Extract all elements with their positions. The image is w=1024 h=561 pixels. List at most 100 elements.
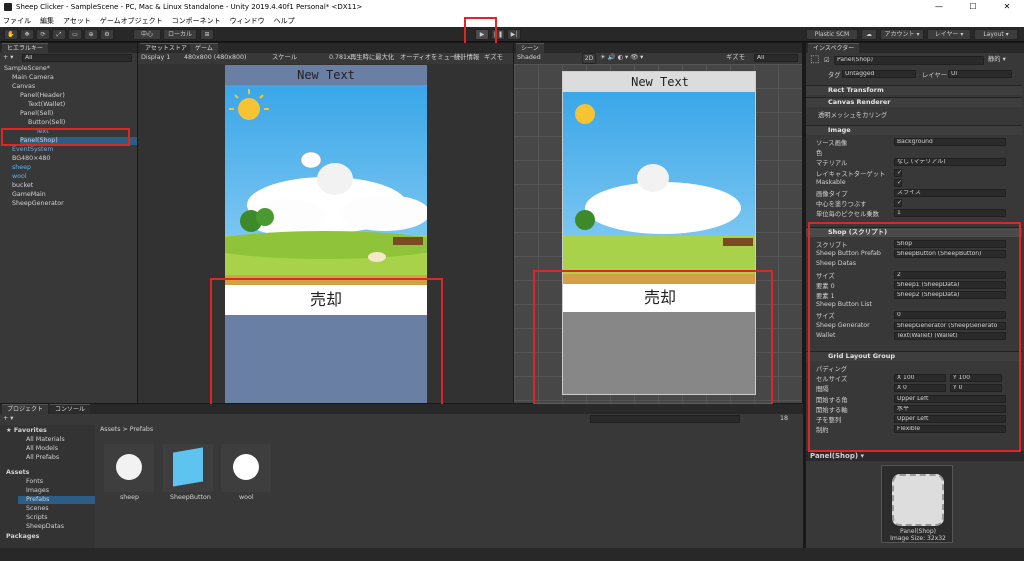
- tab-console[interactable]: コンソール: [50, 404, 91, 414]
- hand-tool-icon[interactable]: ✋: [4, 29, 18, 40]
- tab-inspector[interactable]: インスペクター: [808, 43, 860, 53]
- tab-game[interactable]: ゲーム: [190, 43, 218, 53]
- scene-gizmos[interactable]: ギズモ: [726, 54, 745, 62]
- preview-area: Panel(Shop) Image Size: 32x32: [881, 465, 953, 543]
- tab-project[interactable]: プロジェクト: [2, 404, 49, 414]
- pivot-center-toggle[interactable]: 中心: [133, 29, 161, 40]
- transform-tool-icon[interactable]: ⊕: [84, 29, 98, 40]
- tab-scene[interactable]: シーン: [516, 43, 544, 53]
- active-checkbox[interactable]: ☑: [824, 57, 830, 65]
- hierarchy-item[interactable]: Panel(Sell): [20, 110, 137, 118]
- hierarchy-item[interactable]: BG480×480: [12, 155, 137, 163]
- asset-count: 18: [780, 415, 789, 422]
- hierarchy-item[interactable]: GameMain: [12, 191, 137, 199]
- hierarchy-item[interactable]: wool: [12, 173, 137, 181]
- favorites-item[interactable]: ★ Favorites: [6, 427, 47, 435]
- layer-dropdown[interactable]: UI: [948, 70, 1012, 78]
- hierarchy-item[interactable]: EventSystem: [12, 146, 137, 154]
- image_fields-value[interactable]: ✓: [894, 178, 902, 187]
- hierarchy-search[interactable]: All: [22, 54, 132, 62]
- hierarchy-item[interactable]: SampleScene*: [4, 65, 137, 73]
- rotate-tool-icon[interactable]: ⟳: [36, 29, 50, 40]
- hierarchy-item[interactable]: SheepGenerator: [12, 200, 137, 208]
- plastic-scm-button[interactable]: Plastic SCM: [806, 29, 858, 40]
- folder-images[interactable]: Images: [26, 487, 49, 495]
- menu-window[interactable]: ウィンドウ: [230, 16, 265, 26]
- close-button[interactable]: ✕: [990, 0, 1024, 14]
- maximize-toggle[interactable]: 再生時に最大化: [350, 54, 394, 62]
- cull-transparent-label: 透明メッシュをカリング: [818, 112, 888, 119]
- menu-file[interactable]: ファイル: [3, 16, 31, 26]
- menu-gameobject[interactable]: ゲームオブジェクト: [100, 16, 163, 26]
- tab-asset-store[interactable]: アセットストア: [140, 43, 192, 53]
- menu-component[interactable]: コンポーネント: [172, 16, 221, 26]
- snap-icon[interactable]: ⊞: [200, 29, 214, 40]
- gizmos-toggle[interactable]: ギズモ: [484, 54, 503, 62]
- packages-folder[interactable]: Packages: [6, 533, 39, 541]
- assets-folder[interactable]: Assets: [6, 469, 29, 477]
- custom-tool-icon[interactable]: ⚙: [100, 29, 114, 40]
- scene-header-panel: New Text: [563, 72, 755, 92]
- scene-toggles[interactable]: ☀ 🔊 ◐ ▾ 👁 ▾: [600, 54, 643, 62]
- image_fields-value[interactable]: ✓: [894, 168, 902, 177]
- hierarchy-item[interactable]: Text(Wallet): [28, 101, 137, 109]
- cloud-icon[interactable]: ☁: [861, 29, 877, 40]
- image_fields-value[interactable]: スライス: [894, 189, 1006, 197]
- fav-all-prefabs[interactable]: All Prefabs: [26, 454, 59, 462]
- add-icon[interactable]: + ▾: [3, 54, 13, 62]
- object-name-field[interactable]: Panel(Shop): [834, 56, 984, 65]
- folder-scenes[interactable]: Scenes: [26, 505, 48, 513]
- maximize-button[interactable]: ☐: [956, 0, 990, 14]
- create-icon[interactable]: + ▾: [3, 415, 13, 423]
- image_fields-value[interactable]: 1: [894, 209, 1006, 218]
- hierarchy-item[interactable]: Panel(Header): [20, 92, 137, 100]
- prefab-sheepbutton[interactable]: [163, 444, 213, 492]
- fav-all-models[interactable]: All Models: [26, 445, 58, 453]
- stats-toggle[interactable]: 統計情報: [454, 54, 479, 62]
- menu-assets[interactable]: アセット: [63, 16, 91, 26]
- scene-search[interactable]: All: [754, 54, 798, 62]
- minimize-button[interactable]: —: [922, 0, 956, 14]
- folder-fonts[interactable]: Fonts: [26, 478, 43, 486]
- folder-sheepdatas[interactable]: SheepDatas: [26, 523, 64, 531]
- display-dropdown[interactable]: Display 1: [141, 54, 170, 62]
- image_fields-value[interactable]: ✓: [894, 199, 902, 208]
- folder-scripts[interactable]: Scripts: [26, 514, 48, 522]
- preview-header[interactable]: Panel(Shop) ▾: [806, 451, 1024, 461]
- header-panel: New Text: [225, 65, 427, 85]
- shading-dropdown[interactable]: Shaded: [517, 54, 541, 62]
- image-header[interactable]: Image: [806, 125, 1022, 135]
- hierarchy-item[interactable]: Button(Sell): [28, 119, 137, 127]
- hierarchy-item[interactable]: bucket: [12, 182, 137, 190]
- move-tool-icon[interactable]: ✥: [20, 29, 34, 40]
- hierarchy-item[interactable]: Canvas: [12, 83, 137, 91]
- tab-hierarchy[interactable]: ヒエラルキー: [2, 43, 49, 53]
- image_fields-value[interactable]: Background: [894, 138, 1006, 146]
- rect-tool-icon[interactable]: ▭: [68, 29, 82, 40]
- hierarchy-item[interactable]: Main Camera: [12, 74, 137, 82]
- breadcrumb[interactable]: Assets > Prefabs: [100, 426, 153, 434]
- step-button[interactable]: ▶|: [507, 29, 521, 40]
- pivot-space-toggle[interactable]: ローカル: [163, 29, 197, 40]
- layers-dropdown[interactable]: レイヤー ▾: [927, 29, 971, 40]
- mode-2d-toggle[interactable]: 2D: [582, 53, 596, 64]
- scale-value[interactable]: 0.781x: [329, 54, 351, 62]
- prefab-wool[interactable]: [221, 444, 271, 492]
- account-dropdown[interactable]: アカウント ▾: [880, 29, 924, 40]
- tag-dropdown[interactable]: Untagged: [842, 70, 916, 78]
- image_fields-value[interactable]: なし (マテリアル): [894, 158, 1006, 167]
- canvas-renderer-header[interactable]: Canvas Renderer: [806, 97, 1022, 107]
- rect-transform-header[interactable]: Rect Transform: [806, 85, 1022, 95]
- project-search[interactable]: [590, 415, 740, 423]
- menu-help[interactable]: ヘルプ: [274, 16, 295, 26]
- folder-prefabs[interactable]: Prefabs: [18, 496, 95, 504]
- prefab-sheep[interactable]: [104, 444, 154, 492]
- resolution-dropdown[interactable]: 480x800 (480x800): [184, 54, 246, 62]
- fav-all-materials[interactable]: All Materials: [26, 436, 65, 444]
- scale-tool-icon[interactable]: ⤢: [52, 29, 66, 40]
- image_fields-label: 色: [816, 150, 823, 158]
- static-toggle[interactable]: 静的 ▾: [988, 56, 1006, 64]
- layout-dropdown[interactable]: Layout ▾: [974, 29, 1018, 40]
- hierarchy-item[interactable]: sheep: [12, 164, 137, 172]
- menu-edit[interactable]: 編集: [40, 16, 54, 26]
